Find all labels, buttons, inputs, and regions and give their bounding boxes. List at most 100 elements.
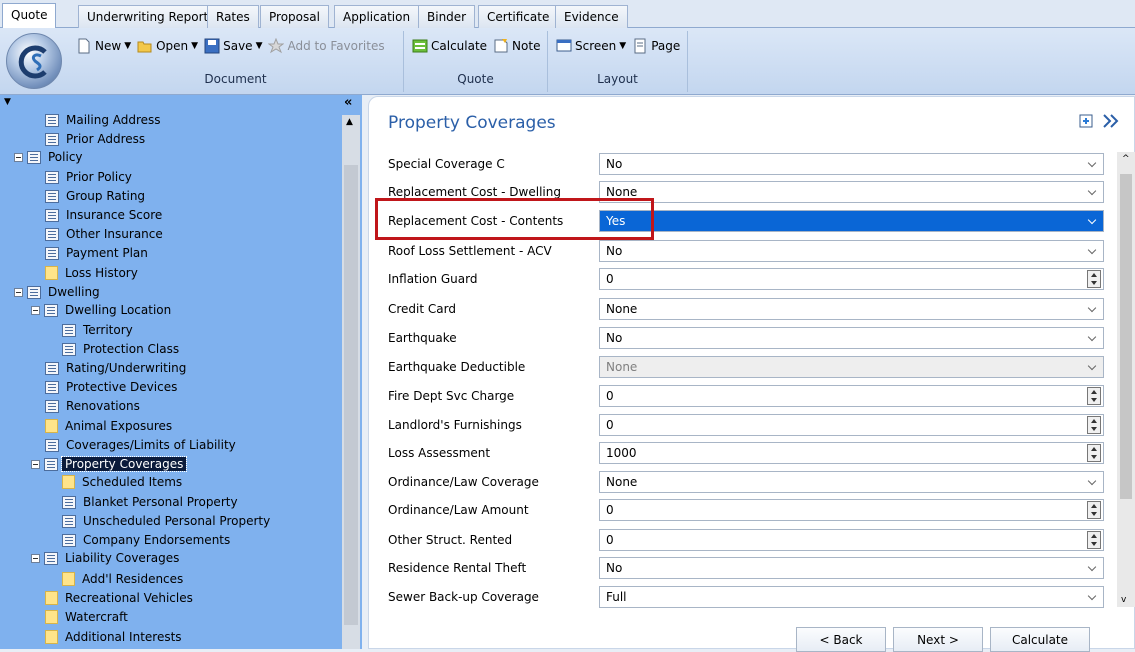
tree-item[interactable]: Payment Plan	[45, 244, 151, 262]
form-row: Credit Card None	[369, 294, 1105, 323]
tree-item[interactable]: Dwelling Location	[31, 301, 174, 319]
numeric-spinner-field[interactable]: 0	[599, 268, 1104, 290]
tab-certificate[interactable]: Certificate	[478, 5, 559, 28]
spinner-arrows-icon[interactable]	[1087, 387, 1101, 405]
tree-item[interactable]: Rating/Underwriting	[45, 359, 189, 377]
new-button[interactable]: New ▼	[76, 38, 131, 54]
spinner-arrows-icon[interactable]	[1087, 270, 1101, 288]
numeric-spinner-field[interactable]: 0	[599, 385, 1104, 407]
form-row: Sewer Back-up Coverage Full	[369, 582, 1105, 611]
expand-forward-icon[interactable]	[1102, 113, 1120, 132]
chevron-down-icon: ▼	[191, 41, 199, 51]
tree-item[interactable]: Other Insurance	[45, 225, 166, 243]
form-scrollbar-thumb[interactable]	[1120, 174, 1132, 499]
tree-item[interactable]: Recreational Vehicles	[45, 589, 196, 607]
tree-menu-chevron-icon[interactable]: ▼	[4, 97, 11, 107]
spinner-arrows-icon[interactable]	[1087, 416, 1101, 434]
ribbon-group-title: Quote	[457, 72, 494, 86]
tree-item[interactable]: Unscheduled Personal Property	[62, 512, 273, 530]
numeric-spinner-field[interactable]: 1000	[599, 442, 1104, 464]
spinner-arrows-icon[interactable]	[1087, 444, 1101, 462]
scroll-down-icon[interactable]: v	[1121, 595, 1126, 605]
page-button[interactable]: Page	[632, 38, 680, 54]
tree-item-label: Additional Interests	[65, 630, 182, 644]
export-icon[interactable]	[1078, 113, 1094, 132]
numeric-spinner-field[interactable]: 0	[599, 499, 1104, 521]
tree-item[interactable]: Policy	[14, 148, 86, 166]
tree-item[interactable]: Animal Exposures	[45, 417, 175, 435]
tab-proposal[interactable]: Proposal	[260, 5, 329, 28]
form-document-icon	[44, 457, 58, 471]
dropdown-field[interactable]: No	[599, 240, 1104, 262]
save-button[interactable]: Save ▼	[204, 38, 262, 54]
tree-item[interactable]: Coverages/Limits of Liability	[45, 436, 239, 454]
calculate-button[interactable]: Calculate	[990, 627, 1090, 652]
collapse-panel-icon[interactable]: «	[344, 95, 352, 110]
tab-underwriting-reports[interactable]: Underwriting Reports	[78, 5, 224, 28]
tree-item[interactable]: Mailing Address	[45, 111, 164, 129]
dropdown-field[interactable]: None	[599, 298, 1104, 320]
open-button[interactable]: Open ▼	[137, 38, 198, 54]
tree-item[interactable]: Insurance Score	[45, 206, 165, 224]
back-button[interactable]: < Back	[796, 627, 886, 652]
tree-item[interactable]: Blanket Personal Property	[62, 493, 241, 511]
note-button-label: Note	[512, 39, 541, 53]
tree-item[interactable]: Scheduled Items	[62, 473, 185, 491]
form-scrollbar[interactable]: ^ v	[1117, 152, 1135, 607]
ribbon-group-layout: Screen ▼ Page Layout	[548, 31, 688, 92]
tree-item[interactable]: Additional Interests	[45, 628, 185, 646]
screen-button[interactable]: Screen ▼	[556, 38, 626, 54]
tree-item[interactable]: Dwelling	[14, 283, 103, 301]
note-button[interactable]: Note	[493, 38, 540, 54]
spinner-arrows-icon[interactable]	[1087, 501, 1101, 519]
tree-item-label: Territory	[83, 323, 133, 337]
field-value: None	[606, 475, 638, 489]
tab-quote[interactable]: Quote	[2, 3, 57, 29]
tree-item[interactable]: Group Rating	[45, 187, 148, 205]
tree-item[interactable]: Protective Devices	[45, 378, 180, 396]
collapse-toggle-icon[interactable]	[31, 305, 40, 315]
favorites-star-icon	[267, 37, 285, 54]
numeric-spinner-field[interactable]: 0	[599, 414, 1104, 436]
collapse-toggle-icon[interactable]	[14, 287, 23, 297]
collapse-toggle-icon[interactable]	[31, 459, 40, 469]
dropdown-field[interactable]: No	[599, 153, 1104, 175]
next-button[interactable]: Next >	[893, 627, 983, 652]
dropdown-field[interactable]: No	[599, 327, 1104, 349]
tree-item[interactable]: Renovations	[45, 397, 143, 415]
tree-item[interactable]: Protection Class	[62, 340, 182, 358]
dropdown-field[interactable]: Yes	[599, 210, 1104, 232]
folder-icon	[45, 630, 58, 644]
tree-item[interactable]: Loss History	[45, 264, 141, 282]
tree-item[interactable]: Prior Policy	[45, 168, 135, 186]
spinner-arrows-icon[interactable]	[1087, 531, 1101, 549]
tree-item[interactable]: Prior Address	[45, 130, 148, 148]
calculate-ribbon-button[interactable]: Calculate	[412, 38, 487, 54]
collapse-toggle-icon[interactable]	[31, 553, 40, 563]
tree-item[interactable]: Company Endorsements	[62, 531, 233, 549]
scroll-up-icon[interactable]: ^	[1122, 154, 1130, 164]
dropdown-field[interactable]: Full	[599, 586, 1104, 608]
tab-binder[interactable]: Binder	[418, 5, 476, 28]
tab-rates[interactable]: Rates	[207, 5, 259, 28]
scroll-up-icon[interactable]: ▲	[346, 117, 353, 127]
field-value: 1000	[606, 446, 637, 460]
dropdown-field[interactable]: No	[599, 557, 1104, 579]
tree-item[interactable]: Territory	[62, 321, 136, 339]
tab-application[interactable]: Application	[334, 5, 420, 28]
folder-open-icon	[137, 38, 153, 54]
tree-item[interactable]: Liability Coverages	[31, 549, 182, 567]
tree-item-label: Payment Plan	[66, 246, 148, 260]
tree-item[interactable]: Add'l Residences	[62, 570, 186, 588]
add-to-favorites-button[interactable]: Add to Favorites	[267, 37, 385, 54]
tree-item[interactable]: Watercraft	[45, 608, 131, 626]
dropdown-field[interactable]: None	[599, 471, 1104, 493]
numeric-spinner-field[interactable]: 0	[599, 529, 1104, 551]
tree-scrollbar-thumb[interactable]	[344, 165, 358, 625]
collapse-toggle-icon[interactable]	[14, 152, 23, 162]
tree-scrollbar[interactable]: ▲	[342, 115, 360, 649]
tree-item[interactable]: Property Coverages	[31, 455, 188, 473]
dropdown-field[interactable]: None	[599, 181, 1104, 203]
app-logo-icon[interactable]	[6, 33, 62, 89]
tab-evidence[interactable]: Evidence	[555, 5, 628, 28]
